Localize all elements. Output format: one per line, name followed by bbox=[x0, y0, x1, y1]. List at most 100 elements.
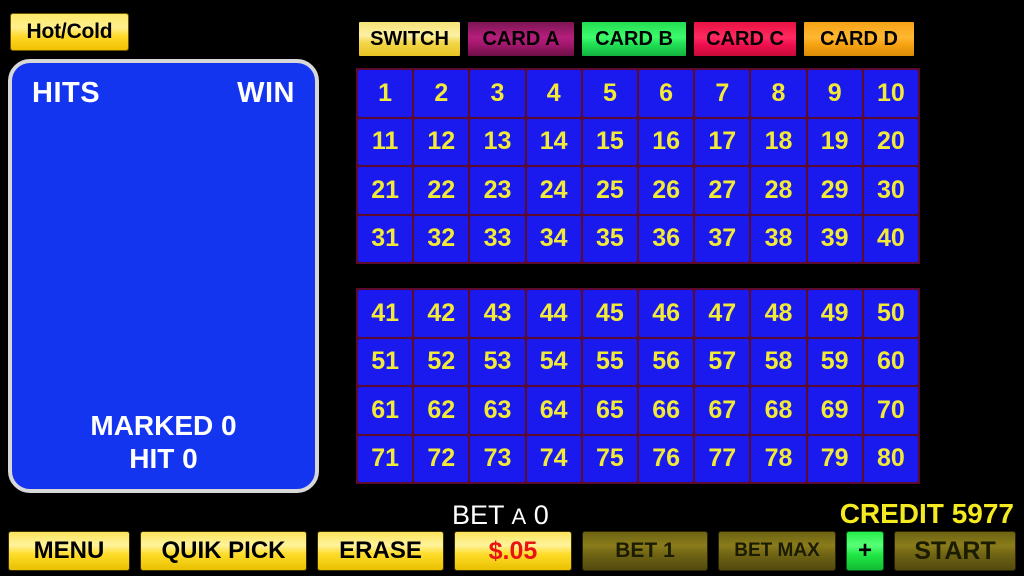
keno-number-76[interactable]: 76 bbox=[639, 435, 694, 482]
keno-number-68[interactable]: 68 bbox=[751, 387, 806, 434]
keno-number-73[interactable]: 73 bbox=[470, 435, 525, 482]
keno-number-41[interactable]: 41 bbox=[358, 290, 413, 337]
keno-number-13[interactable]: 13 bbox=[470, 118, 525, 165]
keno-number-4[interactable]: 4 bbox=[526, 70, 581, 117]
keno-number-16[interactable]: 16 bbox=[639, 118, 694, 165]
keno-number-2[interactable]: 2 bbox=[414, 70, 469, 117]
keno-number-51[interactable]: 51 bbox=[358, 338, 413, 385]
hot-cold-button[interactable]: Hot/Cold bbox=[10, 13, 129, 51]
bet-max-button[interactable]: BET MAX bbox=[718, 531, 836, 571]
keno-number-22[interactable]: 22 bbox=[414, 167, 469, 214]
keno-number-36[interactable]: 36 bbox=[639, 215, 694, 262]
keno-number-6[interactable]: 6 bbox=[639, 70, 694, 117]
keno-number-47[interactable]: 47 bbox=[695, 290, 750, 337]
keno-number-9[interactable]: 9 bbox=[807, 70, 862, 117]
win-label: WIN bbox=[237, 77, 295, 109]
keno-number-64[interactable]: 64 bbox=[526, 387, 581, 434]
denomination-button[interactable]: $.05 bbox=[454, 531, 572, 571]
card-d-button[interactable]: CARD D bbox=[803, 21, 915, 57]
keno-number-20[interactable]: 20 bbox=[863, 118, 918, 165]
keno-number-28[interactable]: 28 bbox=[751, 167, 806, 214]
keno-number-52[interactable]: 52 bbox=[414, 338, 469, 385]
keno-number-25[interactable]: 25 bbox=[582, 167, 637, 214]
keno-number-23[interactable]: 23 bbox=[470, 167, 525, 214]
keno-number-37[interactable]: 37 bbox=[695, 215, 750, 262]
keno-number-35[interactable]: 35 bbox=[582, 215, 637, 262]
keno-number-67[interactable]: 67 bbox=[695, 387, 750, 434]
keno-number-24[interactable]: 24 bbox=[526, 167, 581, 214]
keno-number-32[interactable]: 32 bbox=[414, 215, 469, 262]
keno-number-50[interactable]: 50 bbox=[863, 290, 918, 337]
keno-number-26[interactable]: 26 bbox=[639, 167, 694, 214]
keno-number-34[interactable]: 34 bbox=[526, 215, 581, 262]
keno-number-62[interactable]: 62 bbox=[414, 387, 469, 434]
keno-number-15[interactable]: 15 bbox=[582, 118, 637, 165]
switch-button[interactable]: SWITCH bbox=[358, 21, 461, 57]
keno-number-80[interactable]: 80 bbox=[863, 435, 918, 482]
increment-button[interactable]: + bbox=[846, 531, 884, 571]
keno-number-61[interactable]: 61 bbox=[358, 387, 413, 434]
keno-number-55[interactable]: 55 bbox=[582, 338, 637, 385]
keno-number-31[interactable]: 31 bbox=[358, 215, 413, 262]
keno-number-33[interactable]: 33 bbox=[470, 215, 525, 262]
start-button[interactable]: START bbox=[894, 531, 1016, 571]
bet-status: BET A 0 bbox=[452, 500, 549, 531]
keno-number-54[interactable]: 54 bbox=[526, 338, 581, 385]
keno-number-5[interactable]: 5 bbox=[582, 70, 637, 117]
card-b-button[interactable]: CARD B bbox=[581, 21, 687, 57]
keno-number-42[interactable]: 42 bbox=[414, 290, 469, 337]
keno-number-49[interactable]: 49 bbox=[807, 290, 862, 337]
keno-number-11[interactable]: 11 bbox=[358, 118, 413, 165]
keno-number-56[interactable]: 56 bbox=[639, 338, 694, 385]
keno-number-46[interactable]: 46 bbox=[639, 290, 694, 337]
keno-number-70[interactable]: 70 bbox=[863, 387, 918, 434]
keno-number-18[interactable]: 18 bbox=[751, 118, 806, 165]
keno-number-3[interactable]: 3 bbox=[470, 70, 525, 117]
keno-number-71[interactable]: 71 bbox=[358, 435, 413, 482]
menu-button[interactable]: MENU bbox=[8, 531, 130, 571]
bet-one-button[interactable]: BET 1 bbox=[582, 531, 708, 571]
keno-number-19[interactable]: 19 bbox=[807, 118, 862, 165]
keno-number-58[interactable]: 58 bbox=[751, 338, 806, 385]
keno-number-7[interactable]: 7 bbox=[695, 70, 750, 117]
keno-number-17[interactable]: 17 bbox=[695, 118, 750, 165]
keno-number-65[interactable]: 65 bbox=[582, 387, 637, 434]
keno-number-69[interactable]: 69 bbox=[807, 387, 862, 434]
keno-number-21[interactable]: 21 bbox=[358, 167, 413, 214]
keno-number-60[interactable]: 60 bbox=[863, 338, 918, 385]
keno-number-8[interactable]: 8 bbox=[751, 70, 806, 117]
keno-number-1[interactable]: 1 bbox=[358, 70, 413, 117]
card-a-button[interactable]: CARD A bbox=[467, 21, 575, 57]
marked-count: MARKED 0 bbox=[90, 409, 237, 441]
keno-number-57[interactable]: 57 bbox=[695, 338, 750, 385]
keno-number-29[interactable]: 29 bbox=[807, 167, 862, 214]
quik-pick-button[interactable]: QUIK PICK bbox=[140, 531, 307, 571]
keno-number-59[interactable]: 59 bbox=[807, 338, 862, 385]
keno-number-74[interactable]: 74 bbox=[526, 435, 581, 482]
keno-number-77[interactable]: 77 bbox=[695, 435, 750, 482]
keno-number-44[interactable]: 44 bbox=[526, 290, 581, 337]
card-c-button[interactable]: CARD C bbox=[693, 21, 797, 57]
keno-number-66[interactable]: 66 bbox=[639, 387, 694, 434]
keno-number-72[interactable]: 72 bbox=[414, 435, 469, 482]
keno-number-43[interactable]: 43 bbox=[470, 290, 525, 337]
keno-number-53[interactable]: 53 bbox=[470, 338, 525, 385]
keno-number-38[interactable]: 38 bbox=[751, 215, 806, 262]
bet-card-letter: A bbox=[511, 504, 527, 529]
keno-number-14[interactable]: 14 bbox=[526, 118, 581, 165]
keno-number-75[interactable]: 75 bbox=[582, 435, 637, 482]
keno-number-78[interactable]: 78 bbox=[751, 435, 806, 482]
switch-label: SWITCH bbox=[370, 27, 449, 50]
keno-number-10[interactable]: 10 bbox=[863, 70, 918, 117]
erase-button[interactable]: ERASE bbox=[317, 531, 444, 571]
keno-number-79[interactable]: 79 bbox=[807, 435, 862, 482]
keno-number-45[interactable]: 45 bbox=[582, 290, 637, 337]
keno-number-39[interactable]: 39 bbox=[807, 215, 862, 262]
keno-number-63[interactable]: 63 bbox=[470, 387, 525, 434]
keno-number-40[interactable]: 40 bbox=[863, 215, 918, 262]
display-footer-stats: MARKED 0 HIT 0 bbox=[12, 409, 315, 475]
keno-number-27[interactable]: 27 bbox=[695, 167, 750, 214]
keno-number-30[interactable]: 30 bbox=[863, 167, 918, 214]
keno-number-12[interactable]: 12 bbox=[414, 118, 469, 165]
keno-number-48[interactable]: 48 bbox=[751, 290, 806, 337]
